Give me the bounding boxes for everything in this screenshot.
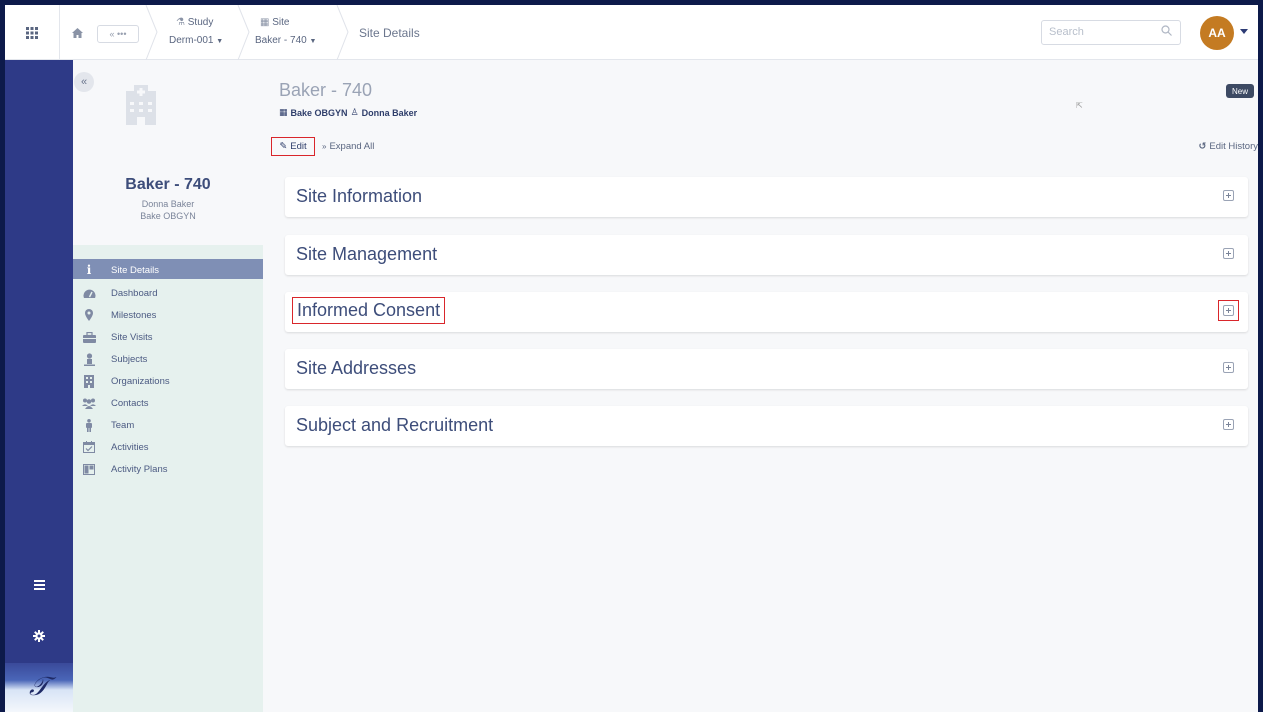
nav-organizations[interactable]: Organizations [73,370,263,392]
caret-down-icon[interactable] [1240,29,1248,34]
person-icon [82,418,96,432]
flask-icon: ⚗ [176,17,185,28]
double-chevron-down-icon: » [322,142,327,151]
nav-site-visits[interactable]: Site Visits [73,326,263,348]
section-site-addresses[interactable]: Site Addresses [285,349,1248,389]
calendar-check-icon [82,440,96,454]
breadcrumb-separator [145,5,158,60]
expand-icon[interactable] [1223,362,1234,373]
site-meta: ▦ Bake OBGYN ♙ Donna Baker [279,107,417,118]
search-icon[interactable] [1161,25,1172,36]
left-rail: 𝒯 [5,60,73,712]
edit-history-button[interactable]: ↺ Edit History [1198,141,1258,152]
page-title: Baker - 740 [279,80,373,100]
site-organization: Bake OBGYN [140,211,196,221]
expand-icon[interactable] [1223,419,1234,430]
section-informed-consent[interactable]: Informed Consent [285,292,1248,332]
search-input[interactable]: Search [1041,20,1181,45]
mouse-cursor-icon: ⇱ [1076,101,1083,110]
building-icon [82,374,96,388]
breadcrumb-study[interactable]: ⚗ Study Derm-001 ▼ [165,5,235,60]
breadcrumb-back-button[interactable]: « ••• [97,25,139,43]
breadcrumb-site[interactable]: ▦ Site Baker - 740 ▼ [255,5,335,60]
site-name: Baker - 740 [125,176,211,193]
site-side-panel: « Baker - 740 Donna Baker Bake OBGYN i S… [73,60,263,712]
nav-milestones[interactable]: Milestones [73,304,263,326]
app-window: « ••• ⚗ Study Derm-001 ▼ ▦ Site Baker - … [5,5,1258,712]
brand-logo: 𝒯 [5,663,73,712]
collapse-panel-button[interactable]: « [74,72,94,92]
history-icon: ↺ [1198,141,1207,152]
pencil-icon: ✎ [279,141,288,152]
section-subject-and-recruitment[interactable]: Subject and Recruitment [285,406,1248,446]
building-icon: ▦ [260,17,270,28]
contact-link[interactable]: Donna Baker [362,108,418,118]
gear-icon[interactable] [5,630,73,642]
dashboard-icon [82,286,96,300]
main-content: Baker - 740 ▦ Bake OBGYN ♙ Donna Baker N… [263,60,1258,712]
edit-button[interactable]: ✎ Edit [271,137,315,156]
apps-grid-icon[interactable] [5,5,60,60]
home-icon[interactable] [60,5,95,60]
nav-site-details[interactable]: i Site Details [73,259,263,279]
expand-icon[interactable] [1223,248,1234,259]
top-bar: « ••• ⚗ Study Derm-001 ▼ ▦ Site Baker - … [5,5,1258,60]
nav-dashboard[interactable]: Dashboard [73,282,263,304]
nav-contacts[interactable]: Contacts [73,392,263,414]
plan-board-icon [82,462,96,476]
organization-link[interactable]: Bake OBGYN [291,108,348,118]
briefcase-icon [82,330,96,344]
section-site-information[interactable]: Site Information [285,177,1248,217]
nav-team[interactable]: Team [73,414,263,436]
user-avatar[interactable]: AA [1200,16,1234,50]
expand-icon[interactable] [1223,305,1234,316]
breadcrumb-separator [237,5,250,60]
site-summary: « Baker - 740 Donna Baker Bake OBGYN [73,60,263,245]
breadcrumb-current: Site Details [359,26,420,40]
nav-activity-plans[interactable]: Activity Plans [73,458,263,480]
building-icon: ▦ [279,107,288,117]
section-site-management[interactable]: Site Management [285,235,1248,275]
site-contact: Donna Baker [141,199,195,209]
expand-icon[interactable] [1223,190,1234,201]
breadcrumb-separator [336,5,349,60]
map-pin-icon [82,308,96,322]
nav-subjects[interactable]: Subjects [73,348,263,370]
chevron-down-icon: ▼ [216,38,224,45]
hospital-building-icon [126,85,156,125]
nav-activities[interactable]: Activities [73,436,263,458]
new-button[interactable]: New [1226,84,1254,98]
list-icon[interactable] [5,580,73,590]
expand-all-button[interactable]: » Expand All [322,141,374,152]
subject-icon [82,352,96,366]
chevron-down-icon: ▼ [309,38,317,45]
info-icon: i [86,263,92,277]
users-icon [82,396,96,410]
user-icon: ♙ [350,107,359,117]
